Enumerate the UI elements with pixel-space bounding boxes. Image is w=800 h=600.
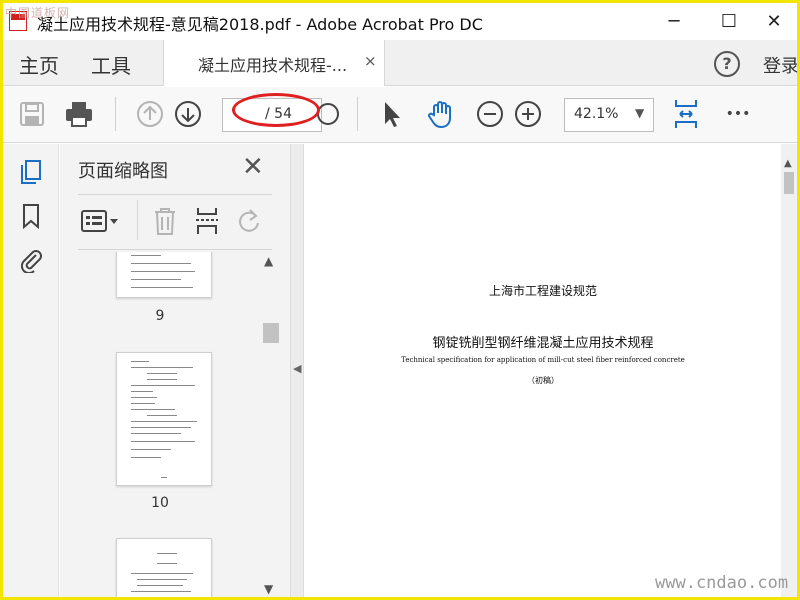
panel-divider [78,194,272,195]
toolbar-divider [357,97,358,131]
tab-home[interactable]: 主页 [19,50,59,79]
bottom-watermark: www.cndao.com [655,573,789,593]
fit-page-icon[interactable] [671,99,701,129]
navigation-rail [3,144,59,597]
panel-divider [78,249,272,250]
next-page-icon[interactable] [173,99,203,129]
sign-in-link[interactable]: 登录 [763,52,797,78]
scroll-down-icon[interactable]: ▼ [264,582,273,596]
document-draft-label: （初稿） [527,376,559,385]
zoom-level-select[interactable]: 42.1% ▼ [564,98,654,132]
scroll-up-icon[interactable]: ▲ [784,158,792,169]
maximize-button[interactable]: ☐ [706,3,752,40]
help-icon[interactable]: ? [714,51,740,77]
tab-bar: 主页 工具 凝土应用技术规程-... × ? 登录 [3,40,797,86]
close-tab-button[interactable]: × [364,52,377,70]
document-page[interactable]: 上海市工程建设规范 钢锭铣削型钢纤维混凝土应用技术规程 Technical sp… [305,144,781,597]
print-icon[interactable] [64,99,94,129]
thumbnail-list: 9 10 [60,252,260,597]
page-thumbnail[interactable] [116,352,212,486]
document-scrollbar[interactable]: ▲ [781,144,797,597]
window-title: 凝土应用技术规程-意见稿2018.pdf - Adobe Acrobat Pro… [37,15,483,34]
document-english-title: Technical specification for application … [401,356,685,364]
document-heading: 上海市工程建设规范 [488,284,597,298]
scrollbar-thumb[interactable] [784,172,794,194]
select-cursor-icon[interactable] [377,99,407,129]
save-icon[interactable] [17,99,47,129]
tab-document[interactable]: 凝土应用技术规程-... × [163,40,385,86]
bookmark-icon[interactable] [17,202,45,230]
title-bar: 中国道板网 凝土应用技术规程-意见稿2018.pdf - Adobe Acrob… [3,3,797,40]
more-tools-button[interactable]: ••• [721,99,755,129]
chevron-left-icon: ◀ [293,362,302,375]
page-thumbnail-number: 10 [151,495,169,511]
toolbar-divider [137,200,138,240]
panel-collapse-handle[interactable]: ◀ [290,144,304,597]
document-title: 钢锭铣削型钢纤维混凝土应用技术规程 [432,336,654,351]
zoom-level-value: 42.1% [574,106,619,122]
window-frame: 中国道板网 凝土应用技术规程-意见稿2018.pdf - Adobe Acrob… [0,0,800,600]
insert-page-icon[interactable] [194,206,220,240]
page-thumbnails-icon[interactable] [17,158,45,186]
toolbar-divider [115,97,116,131]
page-thumbnail[interactable] [116,252,212,298]
scroll-up-icon[interactable]: ▲ [264,254,273,268]
options-menu-icon[interactable] [80,208,120,238]
hand-tool-icon[interactable] [426,99,456,129]
thumbnails-panel: 页面缩略图 ✕ 9 10 ▲ ▼ [60,144,290,597]
highlight-oval [232,93,320,127]
close-panel-icon[interactable]: ✕ [242,152,264,182]
thumbnails-scrollbar[interactable]: ▲ ▼ [260,252,282,597]
toolbar: / 54 42.1% ▼ ••• [3,87,797,143]
zoom-out-icon[interactable] [475,99,505,129]
document-tab-label: 凝土应用技术规程-... [198,56,348,75]
thumbnails-panel-title: 页面缩略图 [78,161,168,182]
previous-page-icon[interactable] [135,99,165,129]
close-window-button[interactable]: ✕ [751,3,797,40]
zoom-in-icon[interactable] [513,99,543,129]
thumbnails-toolbar [60,200,290,244]
attachment-icon[interactable] [17,246,45,274]
minimize-button[interactable]: ─ [651,3,697,40]
tab-tools[interactable]: 工具 [91,50,131,79]
delete-page-icon[interactable] [152,206,178,240]
chevron-down-icon: ▼ [635,106,645,120]
page-thumbnail-number: 9 [155,308,165,324]
page-thumbnail[interactable] [116,538,212,597]
rotate-page-icon[interactable] [236,208,262,238]
scrollbar-thumb[interactable] [263,323,279,343]
